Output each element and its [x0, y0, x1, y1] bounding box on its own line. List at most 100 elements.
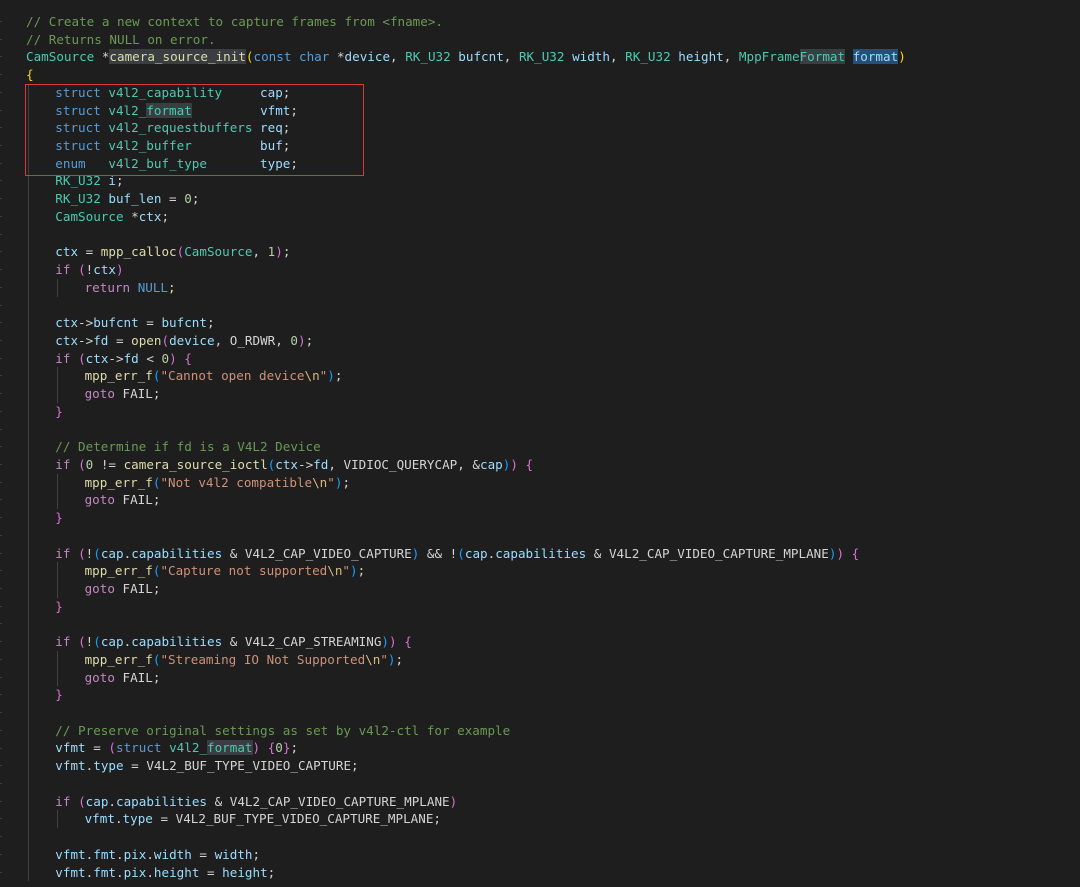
gutter-marker [0, 215, 2, 217]
code-line[interactable]: } [26, 402, 906, 421]
code-token: = [191, 846, 215, 862]
indent-guide [28, 119, 29, 138]
code-line[interactable]: // Returns NULL on error. [26, 31, 906, 49]
code-line[interactable] [26, 296, 906, 315]
code-line[interactable]: vfmt.fmt.pix.height = height; [26, 863, 906, 882]
code-token: mpp_err_f [84, 474, 153, 490]
code-line[interactable] [26, 828, 906, 846]
code-line[interactable]: vfmt.fmt.pix.width = width; [26, 845, 906, 864]
code-token: ) [252, 740, 261, 756]
code-line[interactable]: } [26, 509, 906, 527]
code-token: cap [85, 793, 109, 809]
code-token: Format [799, 49, 846, 65]
indent-guide [28, 278, 29, 297]
code-area[interactable]: // Create a new context to capture frame… [26, 13, 906, 882]
code-line[interactable]: } [26, 597, 906, 616]
code-line[interactable]: if (cap.capabilities & V4L2_CAP_VIDEO_CA… [26, 792, 906, 811]
code-line[interactable]: struct v4l2_requestbuffers req; [26, 119, 906, 138]
code-token: device [169, 332, 215, 348]
code-token: ( [78, 793, 86, 809]
code-line[interactable]: if (!ctx) [26, 261, 906, 279]
code-token: width [153, 846, 192, 862]
code-line[interactable]: if (0 != camera_source_ioctl(ctx->fd, VI… [26, 455, 906, 474]
code-line[interactable]: mpp_err_f("Not v4l2 compatible\n"); [26, 473, 906, 492]
code-line[interactable]: { [26, 66, 906, 84]
code-line[interactable]: vfmt.type = V4L2_BUF_TYPE_VIDEO_CAPTURE; [26, 757, 906, 775]
code-line[interactable]: RK_U32 i; [26, 172, 906, 191]
code-line[interactable]: } [26, 686, 906, 705]
code-line[interactable]: RK_U32 buf_len = 0; [26, 190, 906, 208]
gutter-marker [0, 853, 2, 855]
code-line[interactable]: ctx->bufcnt = bufcnt; [26, 314, 906, 332]
code-line[interactable]: goto FAIL; [26, 668, 906, 687]
code-line[interactable] [26, 774, 906, 793]
code-line[interactable]: // Preserve original settings as set by … [26, 721, 906, 740]
code-token: ) [275, 244, 283, 260]
gutter-marker [0, 658, 2, 660]
code-token: bufcnt [93, 315, 139, 331]
code-line[interactable]: struct v4l2_capability cap; [26, 83, 906, 102]
code-line[interactable]: enum v4l2_buf_type type; [26, 154, 906, 173]
code-token: struct [115, 740, 162, 756]
code-line[interactable] [26, 526, 906, 545]
code-line[interactable] [26, 615, 906, 634]
code-line[interactable]: goto FAIL; [26, 580, 906, 598]
code-line[interactable]: CamSource *ctx; [26, 207, 906, 226]
code-token: , [503, 49, 519, 65]
code-token: " [342, 563, 351, 579]
code-line[interactable]: mpp_err_f("Streaming IO Not Supported\n"… [26, 650, 906, 669]
indent-guide [28, 597, 29, 616]
code-line[interactable]: ctx->fd = open(device, O_RDWR, 0); [26, 331, 906, 350]
code-line[interactable]: return NULL; [26, 278, 906, 297]
code-line[interactable]: goto FAIL; [26, 385, 906, 403]
indent-guide [28, 650, 29, 669]
code-token: if [55, 350, 71, 366]
code-line[interactable]: vfmt.type = V4L2_BUF_TYPE_VIDEO_CAPTURE_… [26, 810, 906, 829]
code-line[interactable]: if (!(cap.capabilities & V4L2_CAP_STREAM… [26, 633, 906, 651]
code-line[interactable]: struct v4l2_buffer buf; [26, 137, 906, 155]
code-editor[interactable]: // Create a new context to capture frame… [0, 0, 1080, 887]
code-line[interactable] [26, 704, 906, 722]
code-token: fmt [93, 864, 116, 880]
indent-guide [28, 83, 29, 102]
gutter-marker [0, 304, 2, 306]
code-line[interactable]: if (ctx->fd < 0) { [26, 349, 906, 368]
code-line[interactable]: struct v4l2_format vfmt; [26, 101, 906, 120]
indent-guide [57, 810, 59, 829]
code-line[interactable]: if (!(cap.capabilities & V4L2_CAP_VIDEO_… [26, 544, 906, 563]
code-token: if [55, 456, 71, 472]
gutter-marker [0, 286, 2, 288]
code-token: capabilities [116, 793, 207, 809]
code-token: RK_U32 [518, 49, 565, 65]
code-line[interactable]: mpp_err_f("Capture not supported\n"); [26, 562, 906, 580]
gutter-marker [0, 339, 2, 341]
gutter-marker [0, 428, 2, 430]
code-token: ; [282, 84, 291, 100]
code-token: goto [84, 669, 115, 685]
code-line[interactable]: mpp_err_f("Cannot open device\n"); [26, 367, 906, 386]
code-line[interactable] [26, 225, 906, 244]
code-line[interactable]: vfmt = (struct v4l2_format) {0}; [26, 739, 906, 758]
code-token: ) [116, 262, 124, 278]
code-token: open [131, 332, 162, 348]
code-line[interactable]: // Create a new context to capture frame… [26, 13, 906, 31]
code-line[interactable]: ctx = mpp_calloc(CamSource, 1); [26, 243, 906, 262]
code-line[interactable]: // Determine if fd is a V4L2 Device [26, 438, 906, 456]
code-token: ; [267, 864, 276, 880]
indent-guide [28, 633, 29, 651]
code-line[interactable]: CamSource *camera_source_init(const char… [26, 48, 906, 66]
code-line[interactable]: goto FAIL; [26, 491, 906, 510]
gutter-marker [0, 641, 2, 643]
gutter-marker [0, 145, 2, 147]
code-token: 0 [184, 191, 192, 207]
gutter-marker [0, 109, 2, 111]
code-line[interactable] [26, 420, 906, 439]
gutter-marker [0, 570, 2, 572]
code-token: struct [55, 138, 101, 154]
code-token: camera_source_init [109, 49, 246, 65]
